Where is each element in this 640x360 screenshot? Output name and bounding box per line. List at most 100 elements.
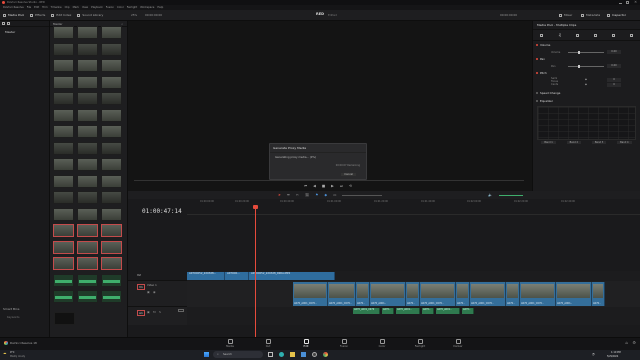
timeline-clip[interactable]: A070_A001_C070.. xyxy=(470,282,506,306)
edit-index-button[interactable]: Edit Index xyxy=(48,13,74,17)
settings-icon[interactable]: ⚙ xyxy=(632,340,636,345)
clip-thumbnail[interactable] xyxy=(77,59,98,72)
list-view-icon[interactable] xyxy=(7,22,10,25)
last-frame-icon[interactable]: ⏭ xyxy=(340,184,343,188)
menu-item[interactable]: DaVinci Resolve xyxy=(3,6,24,9)
taskbar-search[interactable]: ⌕ Search xyxy=(213,351,263,358)
clip-thumbnail[interactable] xyxy=(101,290,122,303)
store-icon[interactable] xyxy=(301,352,306,357)
clip-thumbnail[interactable] xyxy=(54,312,75,325)
minimize-icon[interactable] xyxy=(619,2,622,3)
tab-image[interactable] xyxy=(611,33,615,37)
clip-thumbnail[interactable] xyxy=(77,207,98,221)
clip-thumbnail[interactable] xyxy=(53,174,74,188)
audio-clip[interactable]: A070_A001.. xyxy=(396,308,420,314)
tab-video[interactable] xyxy=(540,33,544,37)
clip-thumbnail[interactable] xyxy=(77,290,98,303)
clip-thumbnail[interactable] xyxy=(101,207,122,221)
bin-view-icon[interactable] xyxy=(2,22,5,25)
flag-icon[interactable]: ⚑ xyxy=(315,193,318,197)
reverse-icon[interactable]: ◀ xyxy=(313,184,316,188)
tab-transition[interactable] xyxy=(593,33,597,37)
audio-clip[interactable]: A070_A001_C070 xyxy=(353,308,380,314)
timeline-clip[interactable]: A070.. xyxy=(592,282,605,306)
clip-thumbnail[interactable] xyxy=(53,125,74,138)
clip-thumbnail[interactable] xyxy=(53,42,74,56)
master-volume-slider[interactable] xyxy=(498,194,523,196)
marker-icon[interactable]: ◆ xyxy=(324,193,327,197)
viewer-scrubber[interactable] xyxy=(134,180,524,181)
eq-band-2[interactable]: Band 2 xyxy=(566,141,582,144)
clip-thumbnail[interactable] xyxy=(101,257,122,270)
effects-button[interactable]: Effects xyxy=(27,13,48,17)
enable-icon[interactable] xyxy=(536,44,538,46)
pool-sort[interactable]: Master xyxy=(53,22,63,26)
clip-thumbnail[interactable] xyxy=(77,240,98,254)
resolve-taskbar-icon[interactable] xyxy=(312,352,317,357)
enable-icon[interactable] xyxy=(536,72,538,74)
playhead-handle-icon[interactable] xyxy=(253,205,258,209)
maximize-icon[interactable] xyxy=(626,1,629,4)
clip-thumbnail[interactable] xyxy=(53,26,74,39)
lock-icon[interactable]: ▣ xyxy=(147,310,150,314)
clip-thumbnail[interactable] xyxy=(77,92,98,105)
solo-icon[interactable]: S xyxy=(159,310,161,314)
clip-thumbnail[interactable] xyxy=(101,158,122,171)
eq-band-3[interactable]: Band 3 xyxy=(591,141,607,144)
trim-tool-icon[interactable]: ⇹ xyxy=(287,193,290,197)
loop-icon[interactable]: ⟲ xyxy=(349,184,352,188)
menu-item[interactable]: Mark xyxy=(73,6,79,9)
timeline-clip[interactable]: A070_A001.. xyxy=(556,282,592,306)
playhead[interactable] xyxy=(255,206,256,337)
clip-thumbnail[interactable] xyxy=(77,42,98,56)
clip-thumbnail[interactable] xyxy=(53,191,74,204)
close-icon[interactable]: ✕ xyxy=(634,0,637,4)
clip-thumbnail[interactable] xyxy=(53,75,74,89)
timeline-clip[interactable]: A070_A001_C070.. xyxy=(420,282,456,306)
timeline-clip[interactable]: A070.. xyxy=(506,282,520,306)
timeline-clip[interactable]: A070.. xyxy=(456,282,470,306)
timeline-clip[interactable]: A070_A001.. xyxy=(370,282,406,306)
blade-tool-icon[interactable]: ✂ xyxy=(296,193,299,197)
volume-slider[interactable] xyxy=(568,50,604,54)
clip-thumbnail[interactable] xyxy=(77,125,98,138)
start-icon[interactable] xyxy=(204,352,209,357)
explorer-icon[interactable] xyxy=(290,352,295,357)
cents-spinner-icon[interactable]: ◆ xyxy=(568,83,604,86)
master-bin[interactable]: Master xyxy=(0,27,49,37)
pan-slider[interactable] xyxy=(568,64,604,68)
clip-thumbnail[interactable] xyxy=(101,26,122,39)
clip-thumbnail[interactable] xyxy=(77,141,98,155)
clip-thumbnail[interactable] xyxy=(101,224,122,237)
clock-time[interactable]: 1:10 PM xyxy=(611,351,621,354)
clip-thumbnail[interactable] xyxy=(101,273,122,287)
tab-audio[interactable]: ♫ xyxy=(558,33,561,37)
menu-item[interactable]: Fairlight xyxy=(127,6,137,9)
cents-field[interactable]: 0 xyxy=(607,82,621,87)
page-tab-media[interactable]: Media xyxy=(216,339,244,348)
page-tab-deliver[interactable]: Deliver xyxy=(444,339,472,348)
enable-icon[interactable] xyxy=(536,58,538,60)
audio-clip[interactable]: A070_A001.. xyxy=(436,308,460,314)
timeline-clip[interactable]: A070C0... xyxy=(225,272,249,280)
inspector-button[interactable]: Inspector xyxy=(604,13,629,17)
speed-change-section[interactable]: Speed Change xyxy=(533,89,640,97)
menu-item[interactable]: Help xyxy=(157,6,163,9)
pan-field[interactable]: 0.00 xyxy=(607,64,621,68)
menu-item[interactable]: Fusion xyxy=(106,6,114,9)
home-icon[interactable]: ⌂ xyxy=(625,340,628,345)
menu-item[interactable]: View xyxy=(82,6,88,9)
clip-thumbnail[interactable] xyxy=(53,290,74,303)
clip-thumbnail[interactable] xyxy=(53,224,74,237)
menu-item[interactable]: Edit xyxy=(34,6,39,9)
zoom-level[interactable]: 25% xyxy=(131,13,137,17)
mute-icon[interactable]: M xyxy=(153,310,156,314)
lock-icon[interactable]: ▣ xyxy=(147,290,150,294)
audio-clip[interactable]: A070.. xyxy=(422,308,434,314)
clip-thumbnail[interactable] xyxy=(101,92,122,105)
metadata-button[interactable]: Metadata xyxy=(578,13,603,17)
smart-bins-header[interactable]: Smart Bins xyxy=(3,307,19,311)
zoom-slider[interactable] xyxy=(342,194,383,196)
edge-icon[interactable] xyxy=(279,352,284,357)
clip-thumbnail[interactable] xyxy=(53,207,74,221)
